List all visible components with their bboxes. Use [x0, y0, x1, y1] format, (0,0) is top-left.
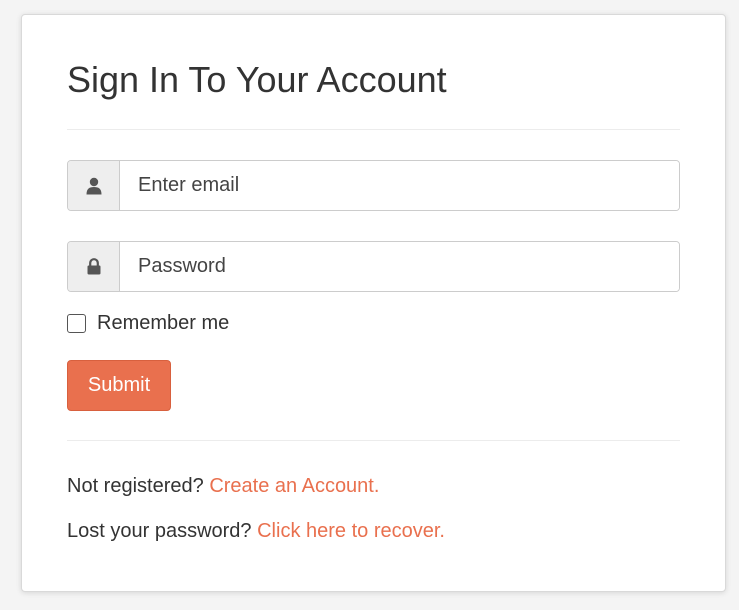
password-field[interactable]: [120, 242, 679, 291]
login-card: Sign In To Your Account Remember me Subm…: [21, 14, 726, 592]
email-field[interactable]: [120, 161, 679, 210]
submit-button[interactable]: Submit: [67, 360, 171, 411]
recover-prompt: Lost your password?: [67, 520, 252, 542]
create-account-link[interactable]: Create an Account.: [209, 475, 379, 497]
remember-me-label: Remember me: [97, 312, 230, 334]
password-input-group: [67, 241, 680, 292]
divider: [67, 440, 680, 441]
recover-line: Lost your password? Click here to recove…: [67, 520, 445, 543]
user-icon: [68, 161, 120, 210]
lock-icon: [68, 242, 120, 291]
recover-password-link[interactable]: Click here to recover.: [257, 520, 445, 542]
register-line: Not registered? Create an Account.: [67, 475, 379, 498]
divider: [67, 129, 680, 130]
email-input-group: [67, 160, 680, 211]
register-prompt: Not registered?: [67, 475, 204, 497]
page-title: Sign In To Your Account: [67, 59, 447, 100]
remember-me-checkbox[interactable]: [67, 314, 86, 333]
remember-me[interactable]: Remember me: [67, 312, 229, 335]
